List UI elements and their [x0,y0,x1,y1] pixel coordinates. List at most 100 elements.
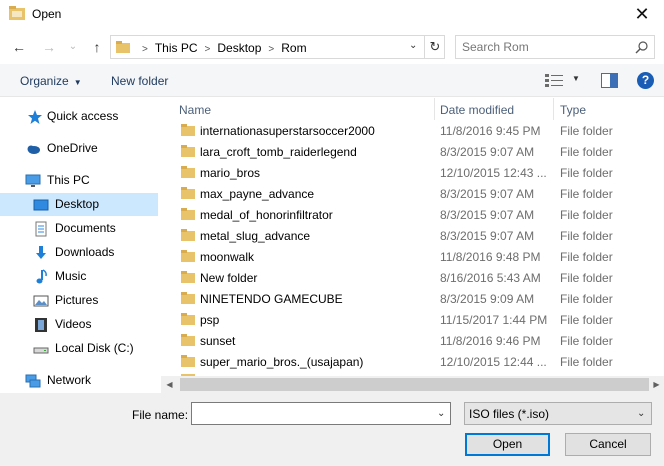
recent-locations-button[interactable]: ⌄ [62,36,84,58]
folder-icon [181,145,195,157]
file-list: ^ Name Date modified Type internationasu… [161,98,664,392]
file-name: NINETENDO GAMECUBE [200,292,343,306]
file-name-combobox[interactable]: ⌄ [191,402,451,425]
sidebar-item-label: Downloads [55,245,115,259]
folder-icon [181,271,195,283]
forward-button[interactable]: → [38,36,60,58]
videos-icon [35,318,47,332]
file-date-modified: 8/3/2015 9:07 AM [440,145,535,159]
sidebar-item-videos[interactable]: Videos [0,313,160,336]
sidebar-item-downloads[interactable]: Downloads [0,241,160,264]
cancel-button[interactable]: Cancel [565,433,651,456]
sidebar-item-onedrive[interactable]: OneDrive [0,137,160,160]
table-row[interactable]: metal_slug_advance 8/3/2015 9:07 AM File f… [161,225,664,246]
sidebar-item-network[interactable]: Network [0,369,160,392]
change-view-icon[interactable] [545,73,563,87]
table-row[interactable]: psp 11/15/2017 1:44 PM File folder [161,309,664,330]
address-bar[interactable]: > This PC > Desktop > Rom ⌄ ↻ [110,35,445,59]
chevron-down-icon: ▼ [73,78,82,87]
scrollbar-thumb[interactable] [180,378,649,391]
folder-icon [181,334,195,346]
table-row[interactable]: NINETENDO GAMECUBE 8/3/2015 9:09 AM File f… [161,288,664,309]
file-type-select[interactable]: ISO files (*.iso) ⌄ [464,402,652,425]
title-bar: Open ✕ [0,0,664,30]
file-date-modified: 8/3/2015 9:07 AM [440,208,535,222]
table-row[interactable]: medal_of_honorinfiltrator 8/3/2015 9:07 A… [161,204,664,225]
column-divider[interactable] [553,98,554,120]
sidebar-item-local-disk[interactable]: Local Disk (C:) [0,337,160,360]
file-date-modified: 11/15/2017 1:44 PM [440,313,548,327]
file-date-modified: 8/3/2015 9:09 AM [440,292,535,306]
table-row[interactable]: sunset 11/8/2016 9:46 PM File folder [161,330,664,351]
chevron-down-icon[interactable]: ⌄ [437,408,445,419]
sidebar-item-pictures[interactable]: Pictures [0,289,160,312]
horizontal-scrollbar[interactable]: ◀ ▶ [161,376,664,393]
address-row: ← → ⌄ ↑ > This PC > Desktop > Rom ⌄ ↻ [0,30,664,64]
folder-icon [181,313,195,325]
table-row[interactable]: lara_croft_tomb_raiderlegend 8/3/2015 9:0… [161,141,664,162]
folder-icon [181,229,195,241]
breadcrumb-desktop[interactable]: Desktop [217,41,261,55]
column-header-name[interactable]: Name [179,103,211,117]
dialog-footer: File name: ⌄ ISO files (*.iso) ⌄ Open Ca… [0,393,664,466]
preview-pane-icon[interactable] [601,73,618,88]
up-button[interactable]: ↑ [86,36,108,58]
file-name: medal_of_honorinfiltrator [200,208,333,222]
folder-icon [181,166,195,178]
pictures-icon [33,295,49,307]
help-button[interactable]: ? [637,72,654,89]
file-type: File folder [560,229,613,243]
sidebar-item-label: Desktop [55,197,100,211]
column-divider[interactable] [434,98,435,120]
table-row[interactable]: New folder 8/16/2016 5:43 AM File folder [161,267,664,288]
music-icon [36,269,47,284]
sidebar-item-label: Pictures [55,293,99,307]
search-box[interactable] [455,35,655,59]
scroll-left-icon[interactable]: ◀ [161,376,178,393]
file-type: File folder [560,355,613,369]
scroll-right-icon[interactable]: ▶ [649,376,664,393]
sidebar-item-music[interactable]: Music [0,265,160,288]
file-date-modified: 8/3/2015 9:07 AM [440,229,535,243]
documents-icon [35,221,47,237]
table-row[interactable]: moonwalk 11/8/2016 9:48 PM File folder [161,246,664,267]
network-icon [25,374,41,388]
breadcrumb-separator: > [142,44,148,55]
close-button[interactable]: ✕ [620,0,664,30]
sidebar-item-label: Music [55,269,87,283]
new-folder-button[interactable]: New folder [111,74,168,88]
sidebar-item-desktop[interactable]: Desktop [0,193,158,216]
computer-icon [25,174,41,187]
sidebar-item-documents[interactable]: Documents [0,217,160,240]
table-row[interactable]: mario_bros 12/10/2015 12:43 ... File folde… [161,162,664,183]
file-date-modified: 8/16/2016 5:43 AM [440,271,541,285]
organize-button[interactable]: Organize ▼ [20,74,82,88]
column-header-type[interactable]: Type [560,103,586,117]
file-name-input[interactable] [195,406,425,421]
column-header-date-modified[interactable]: Date modified [440,103,514,117]
refresh-button[interactable]: ↻ [424,36,445,58]
download-icon [36,246,46,259]
sidebar-item-quick-access[interactable]: Quick access [0,105,160,128]
file-date-modified: 12/10/2015 12:44 ... [440,355,547,369]
file-date-modified: 11/8/2016 9:46 PM [440,334,541,348]
back-button[interactable]: ← [8,36,30,58]
sidebar-item-label: OneDrive [47,141,98,155]
app-folder-icon [9,6,25,20]
address-dropdown-icon[interactable]: ⌄ [409,40,417,51]
folder-icon [181,208,195,220]
table-row[interactable]: max_payne_advance 8/3/2015 9:07 AM File fo… [161,183,664,204]
table-row[interactable]: super_mario_bros._(usajapan) 12/10/2015 1… [161,351,664,372]
sidebar-item-this-pc[interactable]: This PC [0,169,160,192]
breadcrumb-rom[interactable]: Rom [281,41,306,55]
file-name: super_mario_bros._(usajapan) [200,355,364,369]
view-options-chevron-icon[interactable]: ▼ [572,74,580,83]
file-type: File folder [560,166,613,180]
breadcrumb-this-pc[interactable]: This PC [155,41,198,55]
search-input[interactable] [462,40,632,54]
file-name: moonwalk [200,250,255,264]
table-row[interactable]: internationasuperstarsoccer2000 11/8/2016… [161,120,664,141]
sidebar-item-label: Quick access [47,109,119,123]
cloud-icon [27,145,40,154]
open-button[interactable]: Open [465,433,550,456]
